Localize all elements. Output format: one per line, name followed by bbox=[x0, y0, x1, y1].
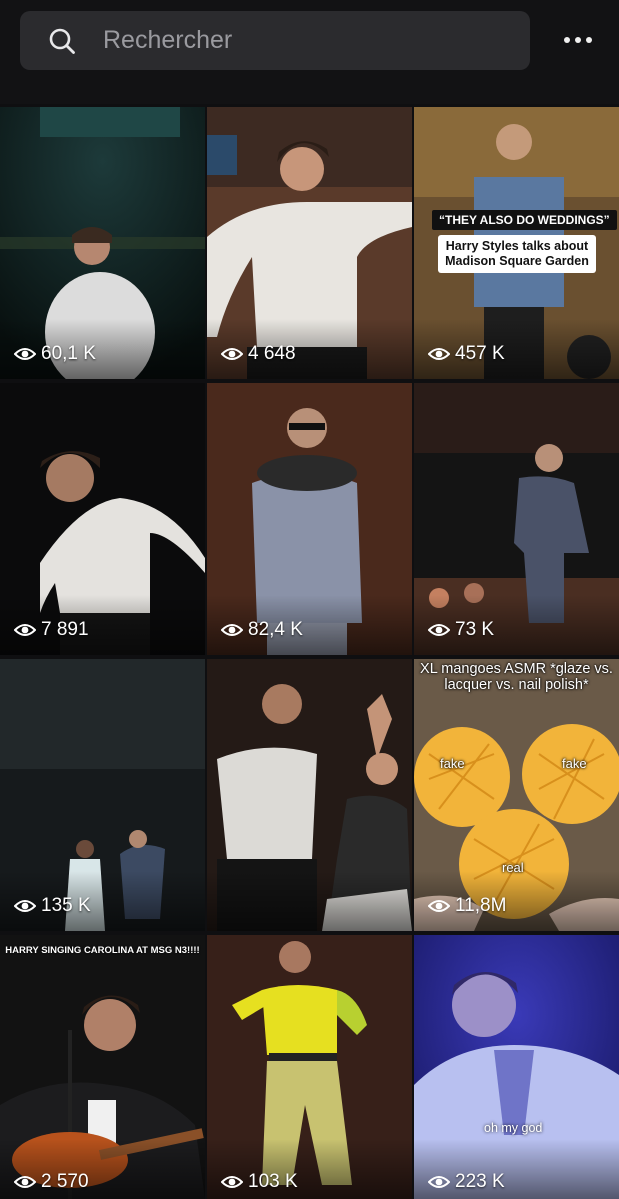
view-count: 2 570 bbox=[14, 1171, 89, 1193]
view-count-text: 2 570 bbox=[41, 1171, 89, 1192]
overlay-caption: oh my god bbox=[484, 1121, 543, 1135]
view-count-text: 223 K bbox=[455, 1171, 505, 1192]
view-count: 11,8M bbox=[428, 895, 506, 917]
view-count: 223 K bbox=[428, 1171, 505, 1193]
eye-icon bbox=[428, 900, 450, 912]
more-horizontal-icon bbox=[564, 37, 592, 43]
view-count-text: 73 K bbox=[455, 619, 495, 640]
overlay-title: “THEY ALSO DO WEDDINGS” bbox=[432, 210, 617, 230]
view-count-text: 103 K bbox=[248, 1171, 298, 1192]
eye-icon bbox=[14, 1176, 36, 1188]
view-count: 60,1 K bbox=[14, 343, 96, 365]
view-count: 82,4 K bbox=[221, 619, 303, 641]
view-count: 73 K bbox=[428, 619, 494, 641]
video-tile[interactable]: oh my god 223 K bbox=[414, 935, 619, 1199]
view-count: 103 K bbox=[221, 1171, 298, 1193]
search-icon bbox=[49, 28, 75, 54]
thumbnail-shade bbox=[207, 871, 412, 931]
eye-icon bbox=[221, 348, 243, 360]
overlay-subtitle: Harry Styles talks about Madison Square … bbox=[438, 235, 596, 273]
view-count: 457 K bbox=[428, 343, 505, 365]
video-tile[interactable]: 7 891 bbox=[0, 383, 205, 655]
view-count-text: 4 648 bbox=[248, 343, 296, 364]
eye-icon bbox=[428, 1176, 450, 1188]
eye-icon bbox=[14, 900, 36, 912]
view-count-text: 11,8M bbox=[455, 895, 507, 916]
eye-icon bbox=[428, 624, 450, 636]
video-tile[interactable]: “THEY ALSO DO WEDDINGS” Harry Styles tal… bbox=[414, 107, 619, 379]
search-placeholder: Rechercher bbox=[103, 26, 233, 54]
overlay-label: fake bbox=[440, 756, 465, 771]
view-count-text: 7 891 bbox=[41, 619, 89, 640]
eye-icon bbox=[428, 348, 450, 360]
eye-icon bbox=[14, 348, 36, 360]
view-count-text: 135 K bbox=[41, 895, 91, 916]
video-tile[interactable]: 4 648 bbox=[207, 107, 412, 379]
video-tile[interactable]: 60,1 K bbox=[0, 107, 205, 379]
top-bar: Rechercher bbox=[0, 0, 619, 104]
more-options-button[interactable] bbox=[556, 22, 600, 58]
view-count: 7 891 bbox=[14, 619, 89, 641]
view-count: 135 K bbox=[14, 895, 91, 917]
video-tile[interactable]: 103 K bbox=[207, 935, 412, 1199]
overlay-title: XL mangoes ASMR *glaze vs. lacquer vs. n… bbox=[420, 661, 613, 693]
video-tile[interactable] bbox=[207, 659, 412, 931]
eye-icon bbox=[221, 1176, 243, 1188]
overlay-title: HARRY SINGING CAROLINA AT MSG N3!!!! bbox=[5, 945, 200, 956]
video-tile[interactable]: HARRY SINGING CAROLINA AT MSG N3!!!! 2 5… bbox=[0, 935, 205, 1199]
eye-icon bbox=[14, 624, 36, 636]
video-tile[interactable]: XL mangoes ASMR *glaze vs. lacquer vs. n… bbox=[414, 659, 619, 931]
view-count-text: 60,1 K bbox=[41, 343, 96, 364]
eye-icon bbox=[221, 624, 243, 636]
video-tile[interactable]: 73 K bbox=[414, 383, 619, 655]
overlay-label: fake bbox=[562, 756, 587, 771]
video-tile[interactable]: 82,4 K bbox=[207, 383, 412, 655]
view-count-text: 82,4 K bbox=[248, 619, 303, 640]
view-count-text: 457 K bbox=[455, 343, 505, 364]
view-count: 4 648 bbox=[221, 343, 296, 365]
video-tile[interactable]: 135 K bbox=[0, 659, 205, 931]
search-bar[interactable]: Rechercher bbox=[20, 11, 530, 70]
